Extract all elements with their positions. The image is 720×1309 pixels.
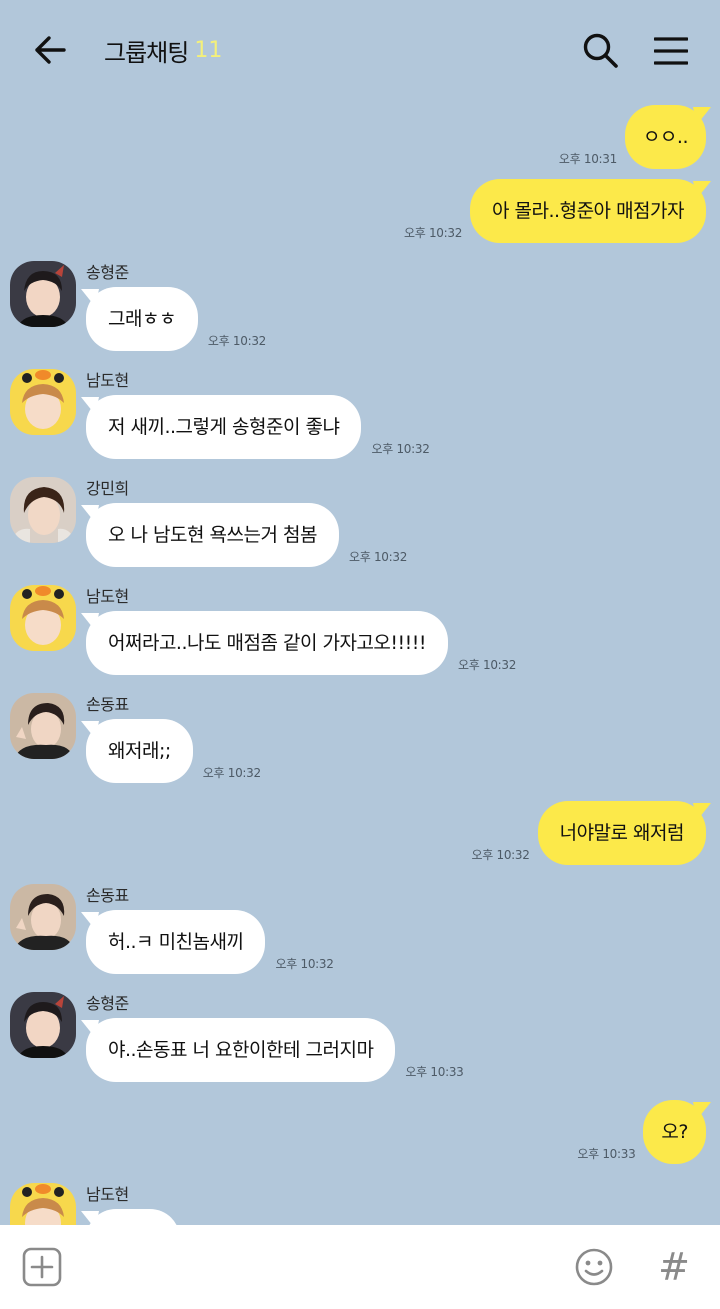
message-time: 오후 10:32 <box>371 442 430 456</box>
smiley-icon <box>575 1248 613 1286</box>
message-time: 오후 10:32 <box>275 957 334 971</box>
message-time: 오후 10:33 <box>405 1065 464 1079</box>
sender-name: 남도현 <box>86 587 129 606</box>
message-bubble[interactable] <box>86 1209 180 1225</box>
message-bubble[interactable]: 오 나 남도현 욕쓰는거 첨봄 <box>86 503 339 567</box>
message-bubble[interactable]: 아 몰라..형준아 매점가자 <box>470 179 706 243</box>
message-bubble[interactable]: 어쩌라고..나도 매점좀 같이 가자고오!!!!! <box>86 611 448 675</box>
back-button[interactable] <box>28 28 72 72</box>
hashtag-icon: # <box>658 1245 690 1289</box>
message-bubble[interactable]: 야..손동표 너 요한이한테 그러지마 <box>86 1018 396 1082</box>
outgoing-message: 오후 10:33 오? <box>577 1100 706 1164</box>
message-bubble[interactable]: ㅇㅇ.. <box>624 105 706 169</box>
plus-square-icon <box>22 1247 62 1287</box>
avatar[interactable] <box>10 477 76 543</box>
message-time: 오후 10:32 <box>348 550 408 564</box>
message-time: 오후 10:32 <box>403 226 463 240</box>
message-bubble[interactable]: 너야말로 왜저럼 <box>537 801 706 865</box>
message-bubble[interactable]: 오? <box>643 1100 706 1164</box>
incoming-message: 남도현 <box>10 1183 710 1225</box>
message-time: 오후 10:32 <box>207 334 266 348</box>
message-list[interactable]: 오후 10:31 ㅇㅇ.. 오후 10:32 아 몰라..형준아 매점가자 송형… <box>0 100 720 1225</box>
input-bar: # <box>0 1225 720 1309</box>
sender-name: 남도현 <box>86 1185 129 1204</box>
arrow-left-icon <box>35 36 66 64</box>
chat-header: 그룹채팅 11 <box>0 0 720 100</box>
avatar[interactable] <box>10 693 76 759</box>
menu-button[interactable] <box>648 28 694 74</box>
message-time: 오후 10:32 <box>202 766 261 780</box>
hamburger-menu-icon <box>654 37 688 65</box>
attach-button[interactable] <box>22 1247 62 1287</box>
sender-name: 강민희 <box>86 479 129 498</box>
outgoing-message: 오후 10:31 ㅇㅇ.. <box>559 105 706 169</box>
chat-title-group[interactable]: 그룹채팅 11 <box>104 30 222 70</box>
avatar[interactable] <box>10 992 76 1058</box>
member-count: 11 <box>194 37 223 63</box>
sender-name: 송형준 <box>86 263 129 282</box>
outgoing-message: 오후 10:32 아 몰라..형준아 매점가자 <box>404 179 706 243</box>
sender-name: 손동표 <box>86 886 129 905</box>
sender-name: 손동표 <box>86 695 129 714</box>
avatar[interactable] <box>10 369 76 435</box>
message-bubble[interactable]: 허..ㅋ 미친놈새끼 <box>86 910 266 974</box>
emoji-button[interactable] <box>574 1247 614 1287</box>
search-button[interactable] <box>578 28 624 74</box>
avatar[interactable] <box>10 261 76 327</box>
message-time: 오후 10:32 <box>457 658 517 672</box>
sender-name: 송형준 <box>86 994 129 1013</box>
hashtag-button[interactable]: # <box>654 1245 694 1289</box>
search-icon <box>583 33 618 68</box>
outgoing-message: 오후 10:32 너야말로 왜저럼 <box>472 801 706 865</box>
message-time: 오후 10:32 <box>471 848 530 862</box>
message-time: 오후 10:33 <box>577 1147 636 1161</box>
message-bubble[interactable]: 저 새끼..그렇게 송형준이 좋냐 <box>86 395 362 459</box>
avatar[interactable] <box>10 1183 76 1225</box>
chat-title: 그룹채팅 <box>104 38 189 67</box>
avatar[interactable] <box>10 585 76 651</box>
message-bubble[interactable]: 왜저래;; <box>86 719 193 783</box>
sender-name: 남도현 <box>86 371 129 390</box>
message-bubble[interactable]: 그래ㅎㅎ <box>86 287 198 351</box>
message-time: 오후 10:31 <box>558 152 617 166</box>
avatar[interactable] <box>10 884 76 950</box>
